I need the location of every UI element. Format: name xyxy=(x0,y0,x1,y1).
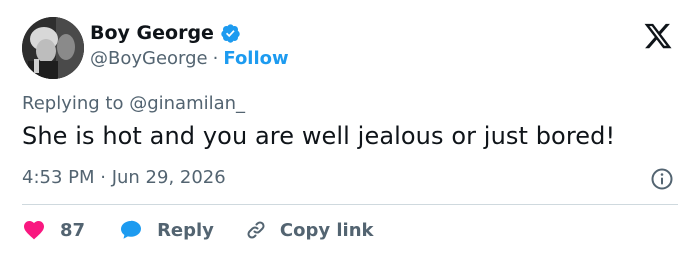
avatar-photo xyxy=(22,17,84,79)
reply-label: Reply xyxy=(157,219,214,241)
tweet-embed-card: Boy George @BoyGeorge · Follow Replying to… xyxy=(0,0,700,256)
copy-link-button[interactable]: Copy link xyxy=(244,218,374,242)
author-handle[interactable]: @BoyGeorge xyxy=(90,48,208,69)
replying-to-label: Replying to xyxy=(22,93,124,114)
reply-button[interactable]: Reply xyxy=(119,218,214,242)
verified-badge-icon xyxy=(221,23,240,43)
reply-mention-link[interactable]: @ginamilan_ xyxy=(129,93,245,114)
tweet-actions: 87 Reply Copy link xyxy=(22,216,374,244)
heart-icon xyxy=(24,221,44,240)
tweet-timestamp[interactable]: 4:53 PM · Jun 29, 2026 xyxy=(22,167,226,188)
info-icon[interactable] xyxy=(650,167,674,191)
copy-link-label: Copy link xyxy=(279,219,374,241)
x-logo-icon[interactable] xyxy=(643,21,673,51)
speech-bubble-icon xyxy=(121,220,142,239)
divider xyxy=(22,204,678,205)
like-button[interactable]: 87 xyxy=(22,218,85,242)
handle-separator: · xyxy=(212,48,219,69)
replying-to-line: Replying to @ginamilan_ xyxy=(22,93,245,114)
author-name-row: Boy George xyxy=(90,22,241,44)
follow-button[interactable]: Follow xyxy=(223,48,288,69)
like-count: 87 xyxy=(60,219,86,241)
link-icon xyxy=(247,221,265,239)
author-display-name[interactable]: Boy George xyxy=(90,22,214,44)
author-handle-row: @BoyGeorge · Follow xyxy=(90,48,289,69)
avatar[interactable] xyxy=(22,17,84,79)
tweet-text: She is hot and you are well jealous or j… xyxy=(22,122,616,150)
